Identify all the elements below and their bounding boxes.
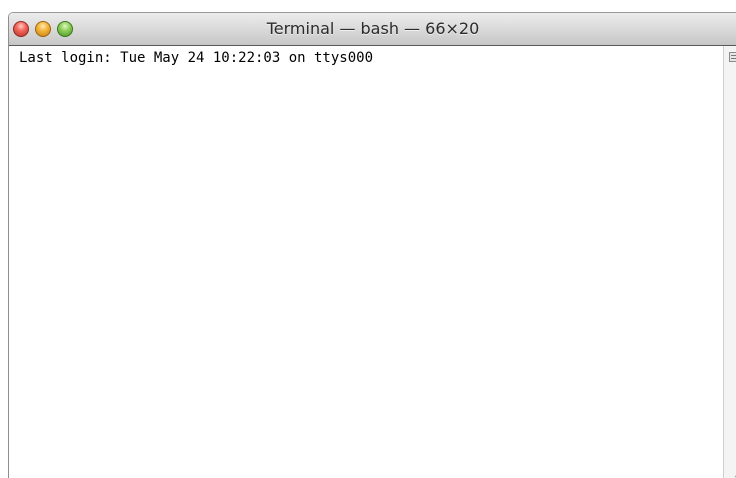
vertical-scrollbar[interactable] (723, 46, 736, 478)
window-title: Terminal — bash — 66×20 (266, 19, 480, 38)
title-bar[interactable]: Terminal — bash — 66×20 (9, 13, 736, 46)
terminal-window: Terminal — bash — 66×20 Last login: Tue … (8, 12, 736, 478)
terminal-content[interactable]: Last login: Tue May 24 10:22:03 on ttys0… (9, 46, 723, 478)
terminal-line: Last login: Tue May 24 10:22:03 on ttys0… (19, 50, 374, 66)
split-pane-icon[interactable] (729, 52, 736, 62)
resize-grip-icon[interactable] (731, 464, 736, 478)
